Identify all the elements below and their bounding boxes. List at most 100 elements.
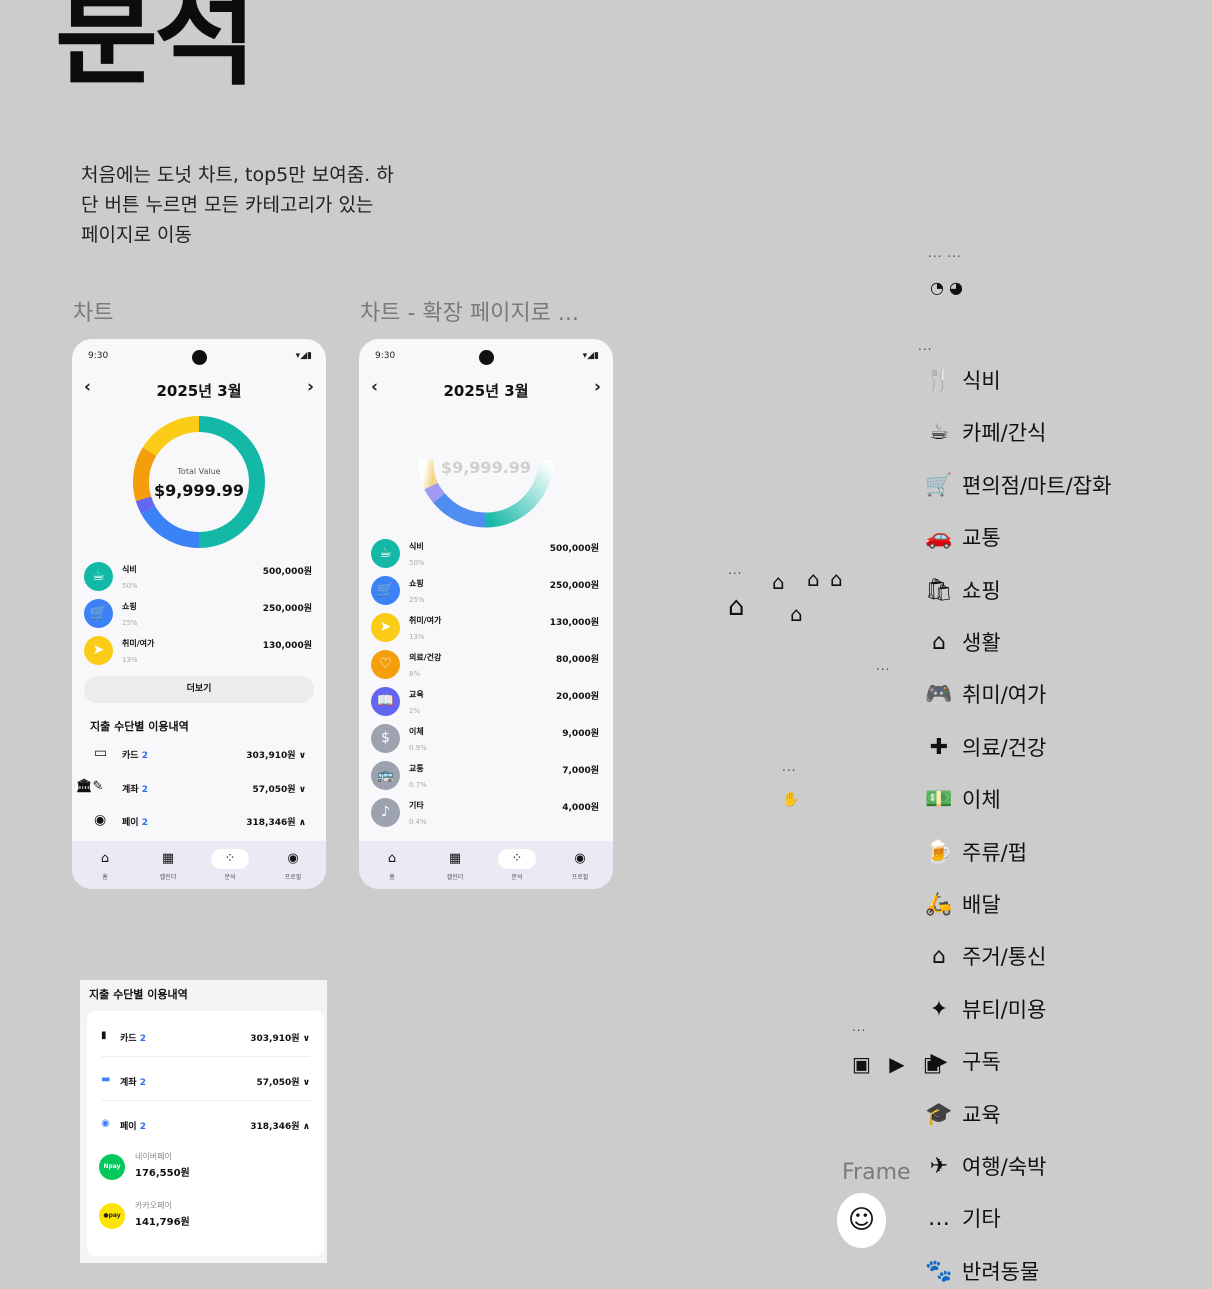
scooter-icon: 🛵 <box>925 892 953 917</box>
category-item[interactable]: ✚ 의료/건강 <box>918 723 1198 771</box>
category-item[interactable]: 🛒 편의점/마트/잡화 <box>918 461 1198 509</box>
nav-analysis[interactable]: ⁘ 분석 <box>205 849 255 881</box>
phone-screen-chart: 9:30 ▾◢▮ ‹ 2025년 3월 › Total Value $9,999… <box>72 339 326 889</box>
category-item[interactable]: ✈ 여행/숙박 <box>918 1142 1198 1190</box>
category-row[interactable]: 📖 교육 2% 20,000원 <box>371 687 599 724</box>
category-item-label: 이체 <box>962 788 1001 813</box>
category-item[interactable]: … 기타 <box>918 1194 1198 1242</box>
sparkle-icon: ✦ <box>929 996 949 1022</box>
nav-label: 캘린더 <box>159 874 177 881</box>
category-item[interactable]: 🎓 교육 <box>918 1090 1198 1138</box>
category-percent: 25% <box>122 619 138 627</box>
category-amount: 80,000원 <box>555 655 599 665</box>
category-item[interactable]: 🍴 식비 <box>918 356 1198 404</box>
nav-profile[interactable]: ◉ 프로필 <box>555 849 605 881</box>
category-item-label: 기타 <box>962 1207 1001 1232</box>
category-row[interactable]: ♪ 기타 0.4% 4,000원 <box>371 798 599 835</box>
category-row[interactable]: ➤ 취미/여가 13% 130,000원 <box>84 636 312 673</box>
row-label: 페이 <box>120 1122 137 1132</box>
category-item[interactable]: 🛍 쇼핑 <box>918 566 1198 614</box>
nav-home[interactable]: ⌂ 홈 <box>80 849 130 881</box>
category-percent: 0.4% <box>409 818 427 826</box>
category-item-label: 취미/여가 <box>962 683 1047 708</box>
category-row[interactable]: ♡ 의료/건강 8% 80,000원 <box>371 650 599 687</box>
pay-icon: ◉ <box>101 1118 110 1129</box>
page-title: 분석 <box>55 0 257 101</box>
category-item-label: 여행/숙박 <box>962 1155 1047 1179</box>
category-item[interactable]: ⌂ 주거/통신 <box>918 932 1198 980</box>
month-header: ‹ 2025년 3월 › <box>359 377 613 400</box>
category-item[interactable]: 💵 이체 <box>918 775 1198 823</box>
payment-card-row-pay[interactable]: ◉ 페이 2 318,346원 ∧ <box>101 1105 310 1145</box>
category-item[interactable]: 🚗 교통 <box>918 513 1198 561</box>
payment-label: 카드 <box>122 751 139 761</box>
arc-education <box>424 482 445 503</box>
payment-method-card: 지출 수단별 이용내역 ▮ 카드 2 303,910원 ∨ ▬ 계좌 2 57,… <box>80 980 327 1263</box>
category-item[interactable]: 🍺 주류/펍 <box>918 828 1198 876</box>
nav-profile[interactable]: ◉ 프로필 <box>268 849 318 881</box>
fork-knife-icon: 🍴 <box>925 368 953 393</box>
month-title: 2025년 3월 <box>443 382 529 400</box>
category-row[interactable]: 🚌 교통 0.7% 7,000원 <box>371 761 599 798</box>
frame-label-chart: 차트 <box>73 301 114 326</box>
month-title: 2025년 3월 <box>156 382 242 400</box>
payment-row-card[interactable]: ▭ 카드 2 303,910원 ∨ <box>94 745 306 765</box>
nav-calendar[interactable]: ▦ 캘린더 <box>143 849 193 881</box>
payment-card-row-account[interactable]: ▬ 계좌 2 57,050원 ∨ <box>101 1061 310 1101</box>
category-amount: 130,000원 <box>262 641 312 651</box>
category-item[interactable]: 🛵 배달 <box>918 880 1198 928</box>
category-item-label: 카페/간식 <box>962 421 1047 446</box>
status-time: 9:30 <box>88 351 109 361</box>
payment-card-row-card[interactable]: ▮ 카드 2 303,910원 ∨ <box>101 1017 310 1057</box>
payment-label: 계좌 <box>122 785 139 795</box>
nav-home[interactable]: ⌂ 홈 <box>367 849 417 881</box>
category-item[interactable]: ▶ 구독 <box>918 1037 1198 1085</box>
gamepad-icon: 🎮 <box>925 682 953 708</box>
next-month-button[interactable]: › <box>307 377 314 397</box>
payment-card-title: 지출 수단별 이용내역 <box>89 988 188 1001</box>
category-item[interactable]: ✦ 뷰티/미용 <box>918 985 1198 1033</box>
more-button[interactable]: 더보기 <box>84 676 314 703</box>
category-row[interactable]: ☕ 식비 50% 500,000원 <box>84 562 312 599</box>
next-month-button[interactable]: › <box>594 377 601 397</box>
category-item-label: 교육 <box>962 1102 1001 1127</box>
category-amount: 7,000원 <box>562 766 599 776</box>
home-icon: ⌂ <box>100 851 110 866</box>
category-row[interactable]: 🛒 쇼핑 25% 250,000원 <box>371 576 599 613</box>
category-row[interactable]: ☕ 식비 50% 500,000원 <box>371 539 599 576</box>
card-icon: ▮ <box>101 1030 107 1041</box>
pie-chart-icon: ◔ ◕ <box>930 278 964 297</box>
bottom-nav: ⌂ 홈 ▦ 캘린더 ⁘ 분석 ◉ 프로필 <box>72 841 326 889</box>
account-icon: ▬ <box>101 1074 111 1085</box>
payment-count: 2 <box>141 818 148 828</box>
payment-row-pay[interactable]: ◉ 페이 2 318,346원 ∧ <box>94 812 306 832</box>
nav-analysis[interactable]: ⁘ 분석 <box>492 849 542 881</box>
payment-row-account[interactable]: 🏛✎ 계좌 2 57,050원 ∨ <box>76 779 306 799</box>
category-row[interactable]: ➤ 취미/여가 13% 130,000원 <box>371 613 599 650</box>
category-item[interactable]: ⌂ 생활 <box>918 618 1198 666</box>
paw-icon: 🐾 <box>925 1258 953 1284</box>
home-icon: ⌂ <box>387 851 397 866</box>
month-header: ‹ 2025년 3월 › <box>72 377 326 400</box>
category-percent: 0.7% <box>409 781 427 789</box>
category-name: 이체 <box>409 727 424 736</box>
profile-icon: ◉ <box>287 851 299 866</box>
category-item[interactable]: ☕ 카페/간식 <box>918 408 1198 456</box>
total-value: $9,999.99 <box>153 481 245 500</box>
nav-calendar[interactable]: ▦ 캘린더 <box>430 849 480 881</box>
category-percent: 2% <box>409 707 421 715</box>
category-item[interactable]: 🐾 반려동물 <box>918 1247 1198 1289</box>
nav-label: 프로필 <box>571 874 589 881</box>
category-name: 기타 <box>409 801 424 810</box>
hanger-house-icon: ⌂ <box>807 567 820 591</box>
sub-item-name: 네이버페이 <box>135 1152 172 1161</box>
category-row[interactable]: 🛒 쇼핑 25% 250,000원 <box>84 599 312 636</box>
category-row[interactable]: $ 이체 0.9% 9,000원 <box>371 724 599 761</box>
signal-icon: ▾◢▮ <box>295 351 312 361</box>
category-item[interactable]: 🎮 취미/여가 <box>918 670 1198 718</box>
category-name: 의료/건강 <box>409 653 442 662</box>
row-label: 계좌 <box>120 1078 137 1088</box>
category-item-label: 배달 <box>962 893 1001 917</box>
bus-icon: 🚌 <box>371 761 400 790</box>
category-percent: 8% <box>409 670 421 678</box>
